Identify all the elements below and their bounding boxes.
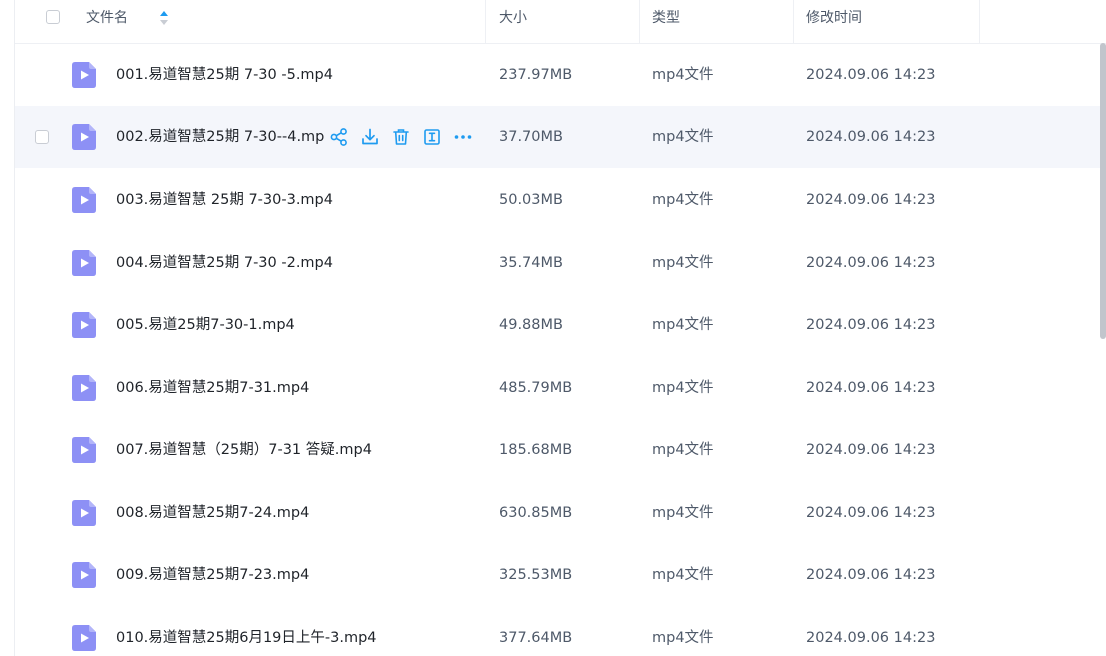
file-modified: 2024.09.06 14:23 [806,380,936,396]
file-name[interactable]: 005.易道25期7-30-1.mp4 [116,315,295,335]
table-row[interactable]: 009.易道智慧25期7-23.mp4 325.53MB mp4文件 2024.… [15,544,1100,606]
file-type: mp4文件 [652,505,714,521]
video-file-icon [72,625,96,651]
file-size: 237.97MB [499,67,573,83]
download-icon[interactable] [360,127,380,147]
file-modified: 2024.09.06 14:23 [806,505,936,521]
file-name[interactable]: 007.易道智慧（25期）7-31 答疑.mp4 [116,440,372,460]
video-file-icon [72,312,96,338]
column-divider [979,0,980,43]
sort-ascending-icon[interactable] [160,11,168,25]
file-modified: 2024.09.06 14:23 [806,442,936,458]
delete-icon[interactable] [391,127,411,147]
table-row[interactable]: 006.易道智慧25期7-31.mp4 485.79MB mp4文件 2024.… [15,357,1100,419]
video-file-icon [72,250,96,276]
file-type: mp4文件 [652,567,714,583]
file-name[interactable]: 002.易道智慧25期 7-30--4.mp4 [116,127,324,147]
file-modified: 2024.09.06 14:23 [806,317,936,333]
vertical-scrollbar-thumb[interactable] [1100,43,1106,339]
file-name[interactable]: 003.易道智慧 25期 7-30-3.mp4 [116,190,333,210]
table-row[interactable]: 003.易道智慧 25期 7-30-3.mp4 50.03MB mp4文件 20… [15,169,1100,231]
file-type: mp4文件 [652,380,714,396]
file-size: 325.53MB [499,567,573,583]
column-divider [485,0,486,43]
file-modified: 2024.09.06 14:23 [806,67,936,83]
file-type: mp4文件 [652,442,714,458]
file-modified: 2024.09.06 14:23 [806,255,936,271]
file-name[interactable]: 008.易道智慧25期7-24.mp4 [116,503,309,523]
file-list-view: 文件名 大小 类型 修改时间 001.易道智慧25期 7-30 -5.mp4 2… [0,0,1106,656]
file-name[interactable]: 001.易道智慧25期 7-30 -5.mp4 [116,65,333,85]
file-size: 49.88MB [499,317,563,333]
rename-icon[interactable] [422,127,442,147]
table-row[interactable]: 005.易道25期7-30-1.mp4 49.88MB mp4文件 2024.0… [15,294,1100,356]
share-icon[interactable] [329,127,349,147]
file-type: mp4文件 [652,67,714,83]
file-size: 485.79MB [499,380,573,396]
table-row[interactable]: 007.易道智慧（25期）7-31 答疑.mp4 185.68MB mp4文件 … [15,419,1100,481]
table-row[interactable]: 008.易道智慧25期7-24.mp4 630.85MB mp4文件 2024.… [15,482,1100,544]
video-file-icon [72,500,96,526]
file-table-header: 文件名 大小 类型 修改时间 [15,0,1106,44]
file-name[interactable]: 004.易道智慧25期 7-30 -2.mp4 [116,253,333,273]
video-file-icon [72,375,96,401]
column-header-size[interactable]: 大小 [499,9,527,27]
table-row[interactable]: 010.易道智慧25期6月19日上午-3.mp4 377.64MB mp4文件 … [15,607,1100,656]
file-type: mp4文件 [652,317,714,333]
table-row-hovered[interactable]: 002.易道智慧25期 7-30--4.mp4 37.70MB mp4文件 20… [15,106,1100,168]
file-size: 377.64MB [499,630,573,646]
file-name[interactable]: 006.易道智慧25期7-31.mp4 [116,378,309,398]
file-name[interactable]: 009.易道智慧25期7-23.mp4 [116,565,309,585]
file-size: 35.74MB [499,255,563,271]
video-file-icon [72,124,96,150]
row-checkbox[interactable] [35,130,49,144]
column-divider [639,0,640,43]
file-size: 630.85MB [499,505,573,521]
table-row[interactable]: 004.易道智慧25期 7-30 -2.mp4 35.74MB mp4文件 20… [15,232,1100,294]
video-file-icon [72,62,96,88]
select-all-checkbox[interactable] [46,10,60,24]
file-name[interactable]: 010.易道智慧25期6月19日上午-3.mp4 [116,628,377,648]
more-icon[interactable] [453,127,473,147]
file-type: mp4文件 [652,129,714,145]
file-modified: 2024.09.06 14:23 [806,129,936,145]
file-type: mp4文件 [652,630,714,646]
file-type: mp4文件 [652,255,714,271]
video-file-icon [72,187,96,213]
file-type: mp4文件 [652,192,714,208]
column-header-modified[interactable]: 修改时间 [806,9,862,27]
file-modified: 2024.09.06 14:23 [806,192,936,208]
video-file-icon [72,437,96,463]
column-header-name[interactable]: 文件名 [86,9,128,27]
file-size: 50.03MB [499,192,563,208]
file-size: 37.70MB [499,129,563,145]
video-file-icon [72,562,96,588]
file-modified: 2024.09.06 14:23 [806,630,936,646]
file-size: 185.68MB [499,442,573,458]
column-header-type[interactable]: 类型 [652,9,680,27]
file-modified: 2024.09.06 14:23 [806,567,936,583]
table-row[interactable]: 001.易道智慧25期 7-30 -5.mp4 237.97MB mp4文件 2… [15,44,1100,106]
column-divider [793,0,794,43]
